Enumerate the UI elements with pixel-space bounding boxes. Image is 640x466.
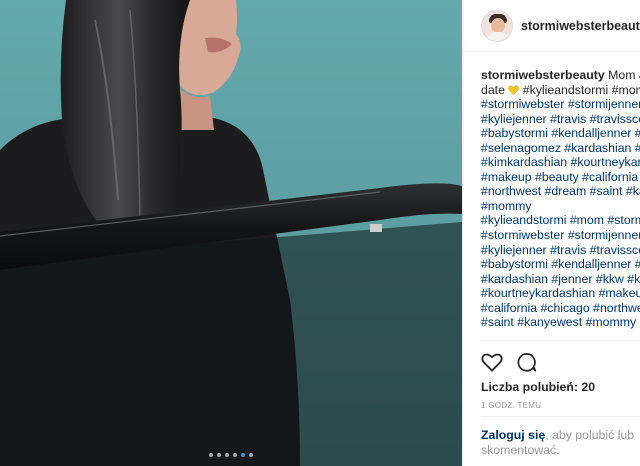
post-header: stormiwebsterbeauty — [463, 0, 640, 52]
caption-first-line: stormiwebsterbeauty Mom & — [481, 68, 640, 83]
carousel-dot — [225, 453, 229, 457]
hashtag-line[interactable]: #saint #kanyewest #mommy — [481, 315, 640, 330]
hashtag-line[interactable]: #babystormi #kendalljenner #s — [481, 126, 640, 141]
heart-icon[interactable] — [481, 352, 503, 372]
hashtag-line[interactable]: #california #chicago #northwes — [481, 301, 640, 316]
photo-image — [0, 0, 462, 466]
caption-second-line: date #kylieandstormi #mom — [481, 83, 640, 98]
hashtag-line[interactable]: #mommy — [481, 199, 640, 214]
hashtag-line[interactable]: #kardashian #jenner #kkw #kim — [481, 272, 640, 287]
post-side-panel: stormiwebsterbeauty stormiwebsterbeauty … — [462, 0, 640, 466]
hashtag-group[interactable]: #kylieandstormi #mom — [519, 83, 640, 97]
carousel-dot — [241, 453, 245, 457]
hashtag-line[interactable]: #stormiwebster #stormijenner — [481, 97, 640, 112]
avatar-face — [491, 17, 505, 33]
carousel-dot — [249, 453, 253, 457]
carousel-dot — [217, 453, 221, 457]
post-photo[interactable] — [0, 0, 462, 466]
hashtag-line[interactable]: #northwest #dream #saint #ka — [481, 184, 640, 199]
carousel-dot — [233, 453, 237, 457]
post-actions — [481, 352, 537, 373]
carousel-dot — [209, 453, 213, 457]
yellow-heart-emoji-icon — [508, 85, 520, 95]
caption-username[interactable]: stormiwebsterbeauty — [481, 68, 605, 82]
post-timestamp[interactable]: 1 GODZ. TEMU — [481, 401, 541, 410]
hashtag-line[interactable]: #kimkardashian #kourtneykard — [481, 155, 640, 170]
hashtag-line[interactable]: #kylieandstormi #mom #storm — [481, 213, 640, 228]
hashtag-line[interactable]: #kyliejenner #travis #travisscott — [481, 112, 640, 127]
header-username[interactable]: stormiwebsterbeauty — [521, 19, 640, 33]
login-link[interactable]: Zaloguj się — [481, 428, 545, 442]
divider — [481, 340, 640, 341]
hashtag-line[interactable]: #babystormi #kendalljenner #s — [481, 257, 640, 272]
carousel-indicator — [0, 453, 462, 457]
post-caption: stormiwebsterbeauty Mom & date #kylieand… — [463, 52, 640, 330]
divider — [481, 416, 640, 417]
avatar-body — [487, 31, 509, 41]
hashtag-line[interactable]: #kyliejenner #travis #travisscott — [481, 243, 640, 258]
comment-icon[interactable] — [516, 352, 537, 373]
caption-text-date: date — [481, 82, 509, 97]
caption-text: Mom & — [608, 68, 640, 82]
hashtag-list: #stormiwebster #stormijenner #kyliejenner… — [481, 97, 640, 330]
hashtag-line[interactable]: #selenagomez #kardashian #je — [481, 141, 640, 156]
avatar[interactable] — [481, 9, 513, 42]
login-prompt: Zaloguj się, aby polubić lub skomentować… — [481, 428, 640, 458]
likes-count[interactable]: Liczba polubień: 20 — [481, 380, 595, 394]
hashtag-line[interactable]: #makeup #beauty #california # — [481, 170, 640, 185]
hashtag-line[interactable]: #stormiwebster #stormijenner — [481, 228, 640, 243]
hashtag-line[interactable]: #kourtneykardashian #makeup — [481, 286, 640, 301]
